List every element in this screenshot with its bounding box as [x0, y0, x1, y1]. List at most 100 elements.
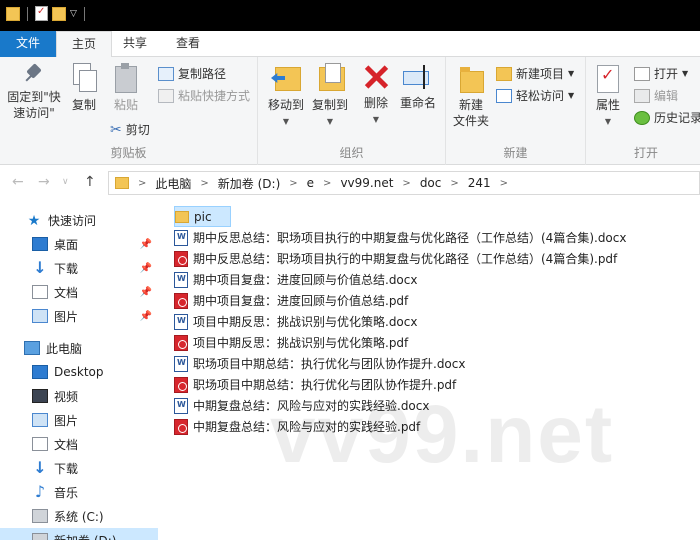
- nav-pc-downloads[interactable]: ↓ 下载: [0, 456, 158, 480]
- nav-label: 系统 (C:): [54, 509, 104, 524]
- recent-locations-chevron-icon[interactable]: ∨: [62, 177, 69, 187]
- copy-to-icon: [315, 63, 345, 93]
- edit-button[interactable]: 编辑: [634, 87, 678, 104]
- delete-icon: [362, 63, 390, 91]
- paste-shortcut-icon: [158, 88, 174, 103]
- nav-quick-access[interactable]: ★ 快速访问: [0, 208, 158, 232]
- edit-label: 编辑: [654, 89, 679, 103]
- open-label: 打开: [654, 67, 679, 81]
- drive-icon: [32, 533, 48, 540]
- nav-label: 下载: [54, 461, 79, 476]
- list-item[interactable]: 期中项目复盘：进度回顾与价值总结.docx: [174, 269, 417, 290]
- chevron-down-icon[interactable]: ▽: [70, 9, 77, 19]
- navigation-pane: ★ 快速访问 桌面 📌 ↓ 下载 📌 文档 📌 图片 📌 此电脑 Desktop…: [0, 200, 158, 540]
- new-folder-button[interactable]: 新建 文件夹: [450, 63, 492, 129]
- pdf-icon: [174, 292, 188, 309]
- delete-button[interactable]: 删除 ▼: [358, 63, 394, 128]
- chevron-right-icon[interactable]: >: [447, 178, 461, 189]
- new-group: 新建 文件夹 新建项目 ▼ 轻松访问 ▼ 新建: [446, 57, 586, 165]
- chevron-down-icon: ▼: [568, 69, 575, 78]
- file-name: 职场项目中期总结：执行优化与团队协作提升.docx: [193, 357, 466, 371]
- file-name: 期中项目复盘：进度回顾与价值总结.docx: [193, 273, 418, 287]
- paste-button[interactable]: 粘贴: [108, 63, 144, 113]
- properties-icon[interactable]: [35, 6, 48, 21]
- nav-videos[interactable]: 视频: [0, 384, 158, 408]
- nav-label: 视频: [54, 389, 79, 404]
- nav-documents[interactable]: 文档 📌: [0, 280, 158, 304]
- video-icon: [32, 389, 48, 403]
- new-folder-icon[interactable]: [52, 6, 66, 21]
- tab-share[interactable]: 共享: [112, 31, 158, 57]
- copy-to-button[interactable]: 复制到 ▼: [308, 63, 352, 130]
- nav-music[interactable]: ♪ 音乐: [0, 480, 158, 504]
- nav-pc-desktop[interactable]: Desktop: [0, 360, 158, 384]
- chevron-right-icon[interactable]: >: [286, 178, 300, 189]
- open-group: 属性 ▼ 打开 ▼ 编辑 历史记录 打开: [586, 57, 700, 165]
- folder-icon[interactable]: [6, 6, 20, 21]
- chevron-down-icon: ▼: [604, 117, 612, 126]
- address-bar[interactable]: > 此电脑 > 新加卷 (D:) > e > vv99.net > doc > …: [108, 171, 700, 195]
- tab-home[interactable]: 主页: [56, 31, 112, 58]
- new-item-button[interactable]: 新建项目 ▼: [496, 65, 574, 82]
- nav-label: 图片: [54, 413, 79, 428]
- nav-pictures[interactable]: 图片 📌: [0, 304, 158, 328]
- nav-this-pc[interactable]: 此电脑: [0, 336, 158, 360]
- list-item[interactable]: 职场项目中期总结：执行优化与团队协作提升.docx: [174, 353, 465, 374]
- paste-icon: [113, 63, 139, 93]
- pdf-icon: [174, 334, 188, 351]
- copy-path-label: 复制路径: [178, 67, 227, 81]
- pdf-icon: [174, 418, 188, 435]
- nav-drive-c[interactable]: 系统 (C:): [0, 504, 158, 528]
- copy-button[interactable]: 复制: [66, 63, 102, 113]
- easy-access-label: 轻松访问: [516, 89, 565, 103]
- nav-downloads[interactable]: ↓ 下载 📌: [0, 256, 158, 280]
- cut-button[interactable]: ✂ 剪切: [110, 121, 150, 138]
- nav-pc-pictures[interactable]: 图片: [0, 408, 158, 432]
- desktop-icon: [32, 365, 48, 379]
- breadcrumb-vv99[interactable]: vv99.net: [334, 176, 399, 190]
- organize-group: 移动到 ▼ 复制到 ▼ 删除 ▼ 重命名 组织: [258, 57, 446, 165]
- chevron-right-icon[interactable]: >: [197, 178, 211, 189]
- list-item[interactable]: 项目中期反思：挑战识别与优化策略.docx: [174, 311, 417, 332]
- rename-button[interactable]: 重命名: [396, 63, 440, 111]
- back-arrow-icon[interactable]: ←: [12, 174, 24, 190]
- list-item[interactable]: 项目中期反思：挑战识别与优化策略.pdf: [174, 332, 408, 353]
- list-item[interactable]: 期中项目复盘：进度回顾与价值总结.pdf: [174, 290, 408, 311]
- nav-pc-documents[interactable]: 文档: [0, 432, 158, 456]
- chevron-right-icon[interactable]: >: [497, 178, 511, 189]
- tab-view[interactable]: 查看: [162, 31, 214, 57]
- paste-shortcut-button[interactable]: 粘贴快捷方式: [158, 87, 250, 104]
- breadcrumb-doc[interactable]: doc: [414, 176, 448, 190]
- list-item[interactable]: 期中反思总结：职场项目执行的中期复盘与优化路径（工作总结）(4篇合集).pdf: [174, 248, 617, 269]
- up-arrow-icon[interactable]: ↑: [84, 174, 96, 190]
- nav-label: 文档: [54, 437, 79, 452]
- breadcrumb-e[interactable]: e: [301, 176, 320, 190]
- breadcrumb-this-pc[interactable]: 此电脑: [149, 175, 197, 192]
- chevron-right-icon[interactable]: >: [135, 178, 149, 189]
- new-item-label: 新建项目: [516, 67, 565, 81]
- properties-icon: [595, 63, 621, 93]
- edit-icon: [634, 88, 650, 103]
- open-button[interactable]: 打开 ▼: [634, 65, 688, 82]
- nav-drive-d[interactable]: 新加卷 (D:): [0, 528, 158, 540]
- desktop-icon: [32, 237, 48, 251]
- list-item[interactable]: 期中反思总结：职场项目执行的中期复盘与优化路径（工作总结）(4篇合集).docx: [174, 227, 626, 248]
- copy-path-button[interactable]: 复制路径: [158, 65, 226, 82]
- tab-file[interactable]: 文件: [0, 31, 56, 57]
- chevron-right-icon[interactable]: >: [399, 178, 413, 189]
- nav-desktop[interactable]: 桌面 📌: [0, 232, 158, 256]
- copy-path-icon: [158, 66, 174, 81]
- easy-access-button[interactable]: 轻松访问 ▼: [496, 87, 574, 104]
- title-bar: ▽: [0, 0, 700, 31]
- forward-arrow-icon[interactable]: →: [38, 174, 50, 190]
- list-item[interactable]: pic: [174, 206, 231, 227]
- breadcrumb-241[interactable]: 241: [462, 176, 497, 190]
- pin-to-quick-access-button[interactable]: 固定到"快 速访问": [4, 63, 64, 121]
- move-to-button[interactable]: 移动到 ▼: [264, 63, 308, 130]
- history-button[interactable]: 历史记录: [634, 109, 700, 126]
- properties-button[interactable]: 属性 ▼: [590, 63, 626, 130]
- breadcrumb-drive-d[interactable]: 新加卷 (D:): [212, 175, 286, 192]
- chevron-right-icon[interactable]: >: [320, 178, 334, 189]
- chevron-down-icon: ▼: [372, 115, 380, 124]
- nav-label: Desktop: [54, 365, 104, 379]
